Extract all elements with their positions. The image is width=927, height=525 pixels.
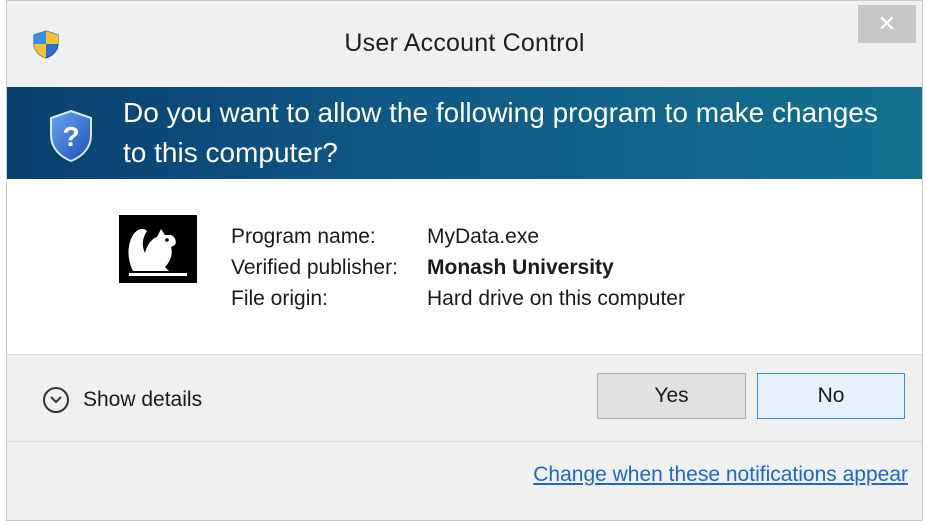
- close-icon: ✕: [877, 11, 897, 36]
- question-shield-icon: ?: [50, 109, 92, 163]
- question-banner: ? Do you want to allow the following pro…: [7, 87, 922, 179]
- no-button[interactable]: No: [757, 373, 905, 419]
- file-origin-label: File origin:: [231, 287, 328, 310]
- show-details-label: Show details: [83, 388, 203, 411]
- title-bar: User Account Control ✕: [7, 1, 922, 87]
- question-text: Do you want to allow the following progr…: [123, 97, 878, 168]
- file-origin-value: Hard drive on this computer: [427, 287, 685, 310]
- publisher-value: Monash University: [427, 256, 614, 279]
- footer-divider: [7, 441, 922, 442]
- close-button[interactable]: ✕: [858, 5, 916, 43]
- uac-dialog: User Account Control ✕ ? Do you want to …: [6, 0, 923, 521]
- program-name-row: Program name: MyData.exe: [231, 221, 685, 252]
- yes-button[interactable]: Yes: [597, 373, 746, 419]
- svg-text:?: ?: [62, 121, 79, 152]
- program-name-value: MyData.exe: [427, 225, 540, 248]
- program-details: Program name: MyData.exe Verified publish…: [231, 221, 685, 314]
- program-name-label: Program name:: [231, 225, 376, 248]
- publisher-row: Verified publisher: Monash University: [231, 252, 685, 283]
- file-origin-row: File origin: Hard drive on this computer: [231, 283, 685, 314]
- divider: [7, 354, 922, 355]
- chevron-down-icon: [43, 387, 69, 413]
- program-info-panel: Program name: MyData.exe Verified publish…: [7, 179, 922, 354]
- change-notifications-link[interactable]: Change when these notifications appear: [533, 463, 908, 487]
- squirrel-icon: [119, 215, 197, 283]
- show-details-toggle[interactable]: Show details: [43, 385, 202, 415]
- publisher-label: Verified publisher:: [231, 256, 398, 279]
- window-title: User Account Control: [344, 29, 585, 57]
